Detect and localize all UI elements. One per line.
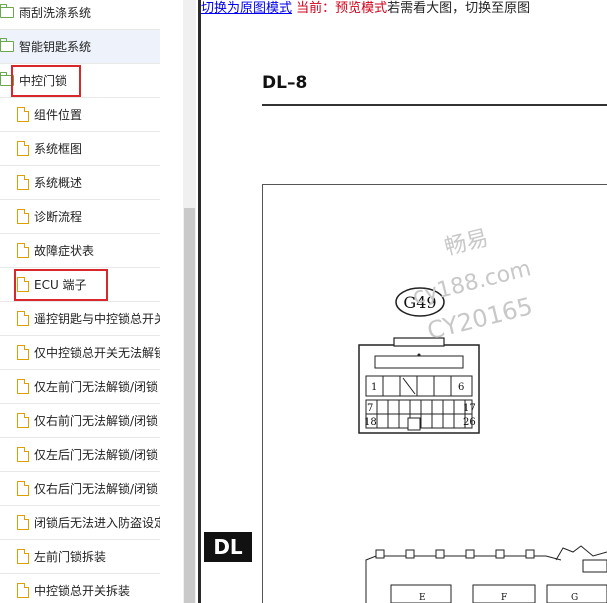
- tree-item[interactable]: 智能钥匙系统: [0, 30, 160, 64]
- tree-item[interactable]: 仅右后门无法解锁/闭锁: [0, 472, 160, 506]
- tree-item[interactable]: 雨刮洗涤系统: [0, 0, 160, 30]
- highlight-box: [14, 269, 108, 301]
- tree-item-label: 仅左后门无法解锁/闭锁: [34, 448, 159, 462]
- watermark: 畅易 cy188.com CY20165: [410, 226, 535, 346]
- pin-label: 26: [463, 417, 476, 428]
- page-icon: [17, 583, 29, 598]
- tree-item-label: 智能钥匙系统: [19, 40, 92, 54]
- tree-scrollbar[interactable]: [183, 0, 196, 603]
- tree-item-label: 组件位置: [34, 108, 83, 122]
- tree-item[interactable]: 仅中控锁总开关无法解锁: [0, 336, 160, 370]
- page-icon: [17, 549, 29, 564]
- navigation-tree: 雨刮洗涤系统 智能钥匙系统 中控门锁 组件位置 系统框图 系统概述 诊断流程 故障症状表 ECU…: [0, 0, 183, 603]
- page-icon: [17, 107, 29, 122]
- page-icon: [17, 447, 29, 462]
- folder-icon: [0, 38, 14, 52]
- page-icon: [17, 515, 29, 530]
- tree-item-label: 仅左前门无法解锁/闭锁: [34, 380, 159, 394]
- page-icon: [17, 141, 29, 156]
- tree-item-label: 雨刮洗涤系统: [19, 6, 92, 20]
- page-icon: [17, 209, 29, 224]
- tree-item-label: 遥控钥匙与中控锁总开关: [34, 312, 160, 326]
- tree-item-label: 故障症状表: [34, 244, 95, 258]
- tree-item[interactable]: 仅左后门无法解锁/闭锁: [0, 438, 160, 472]
- tree-item[interactable]: 遥控钥匙与中控锁总开关: [0, 302, 160, 336]
- tree-item-label: 仅中控锁总开关无法解锁: [34, 346, 160, 360]
- tree-item-label: 闭锁后无法进入防盗设定: [34, 516, 160, 530]
- tree-item-label: 左前门锁拆装: [34, 550, 107, 564]
- folder-icon: [0, 4, 14, 18]
- page-icon: [17, 311, 29, 326]
- page-icon: [17, 243, 29, 258]
- terminal-label: F: [501, 593, 507, 603]
- tree-item[interactable]: 中控锁总开关拆装: [0, 574, 160, 603]
- tree-item-label: 系统概述: [34, 176, 83, 190]
- highlight-box: [11, 65, 81, 97]
- terminal-label: E: [419, 593, 426, 603]
- tree-item-label: 仅右前门无法解锁/闭锁: [34, 414, 159, 428]
- connector-diagram: G49 1 6 7 17 18 26 E F G 畅易 cy188.com CY…: [358, 226, 607, 603]
- tree-item-label: 系统框图: [34, 142, 83, 156]
- tree-item[interactable]: 诊断流程: [0, 200, 160, 234]
- watermark-text: 畅易: [442, 226, 491, 261]
- tree-item[interactable]: 故障症状表: [0, 234, 160, 268]
- tree-item-label: 诊断流程: [34, 210, 83, 224]
- tree-item-label: 中控锁总开关拆装: [34, 584, 131, 598]
- document-viewer: 切换为原图模式 当前：预览模式若需看大图，切换至原图 DL–8 G49 1 6 …: [201, 0, 607, 603]
- pin-label: 1: [371, 382, 377, 393]
- terminal-label: G: [571, 593, 578, 603]
- pin-label: 6: [458, 382, 464, 393]
- page-icon: [17, 379, 29, 394]
- tree-item[interactable]: 系统框图: [0, 132, 160, 166]
- scrollbar-thumb[interactable]: [184, 208, 195, 603]
- section-tab: DL: [204, 532, 252, 562]
- page-icon: [17, 481, 29, 496]
- page-icon: [17, 175, 29, 190]
- pin-label: 18: [364, 417, 377, 428]
- tree-item[interactable]: 闭锁后无法进入防盗设定: [0, 506, 160, 540]
- tree-item[interactable]: 左前门锁拆装: [0, 540, 160, 574]
- pin-label: 17: [463, 403, 476, 414]
- tree-item[interactable]: 仅右前门无法解锁/闭锁: [0, 404, 160, 438]
- tree-item[interactable]: 系统概述: [0, 166, 160, 200]
- pin-label: 7: [367, 403, 373, 414]
- tree-item[interactable]: 组件位置: [0, 98, 160, 132]
- tree-item[interactable]: 仅左前门无法解锁/闭锁: [0, 370, 160, 404]
- page-icon: [17, 345, 29, 360]
- page-icon: [17, 413, 29, 428]
- tree-item-label: 仅右后门无法解锁/闭锁: [34, 482, 159, 496]
